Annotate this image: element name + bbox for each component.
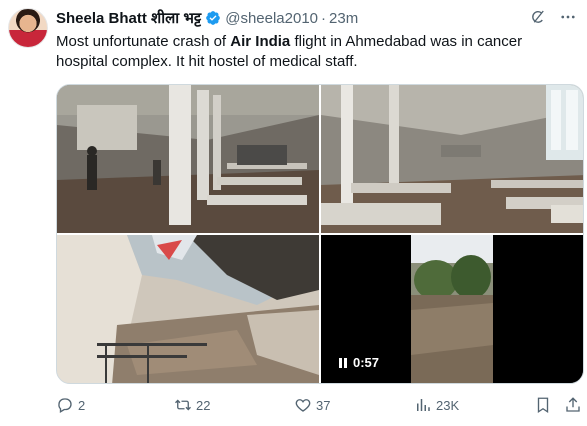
photo-2[interactable] (321, 85, 583, 233)
verified-badge-icon (206, 11, 221, 25)
photo-1-image (57, 85, 319, 233)
video-player[interactable]: 0:57 (321, 235, 583, 383)
grok-icon[interactable] (529, 8, 547, 26)
photo-1[interactable] (57, 85, 319, 233)
reply-count: 2 (78, 397, 86, 413)
share-icon (566, 397, 580, 412)
more-icon[interactable] (559, 8, 577, 26)
heart-icon (295, 399, 311, 412)
share-button[interactable] (564, 396, 582, 414)
photo-3[interactable] (57, 235, 319, 383)
tweet-text: Most unfortunate crash of Air India flig… (56, 32, 576, 72)
tweet-text-bold: Air India (230, 33, 291, 50)
timestamp[interactable]: 23m (329, 10, 358, 27)
photo-3-image (57, 235, 319, 383)
bookmark-button[interactable] (534, 396, 552, 414)
media-grid: 0:57 (56, 84, 584, 384)
pause-icon[interactable] (339, 357, 347, 368)
repost-count: 22 (196, 397, 211, 413)
header-actions (529, 8, 577, 26)
handle[interactable]: @sheela2010 (225, 10, 318, 27)
tweet-text-part: Most unfortunate crash of (56, 33, 231, 50)
tweet-actions: 2 22 37 23K (56, 396, 586, 418)
like-count: 37 (316, 397, 331, 413)
video-duration-badge: 0:57 (333, 352, 386, 373)
reply-icon (58, 398, 72, 413)
repost-icon (175, 399, 191, 411)
repost-button[interactable]: 22 (174, 396, 210, 414)
views-button[interactable]: 23K (414, 396, 459, 414)
view-count: 23K (436, 397, 460, 413)
views-icon (417, 399, 430, 411)
bookmark-icon (537, 397, 549, 414)
separator-dot: · (321, 9, 327, 27)
tweet-header: Sheela Bhatt शीला भट्ट @sheela2010 · 23m (56, 8, 577, 28)
display-name[interactable]: Sheela Bhatt शीला भट्ट (56, 8, 201, 28)
video-duration: 0:57 (353, 355, 380, 370)
avatar[interactable] (8, 8, 48, 48)
reply-button[interactable]: 2 (56, 396, 85, 414)
photo-2-image (321, 85, 583, 233)
like-button[interactable]: 37 (294, 396, 330, 414)
